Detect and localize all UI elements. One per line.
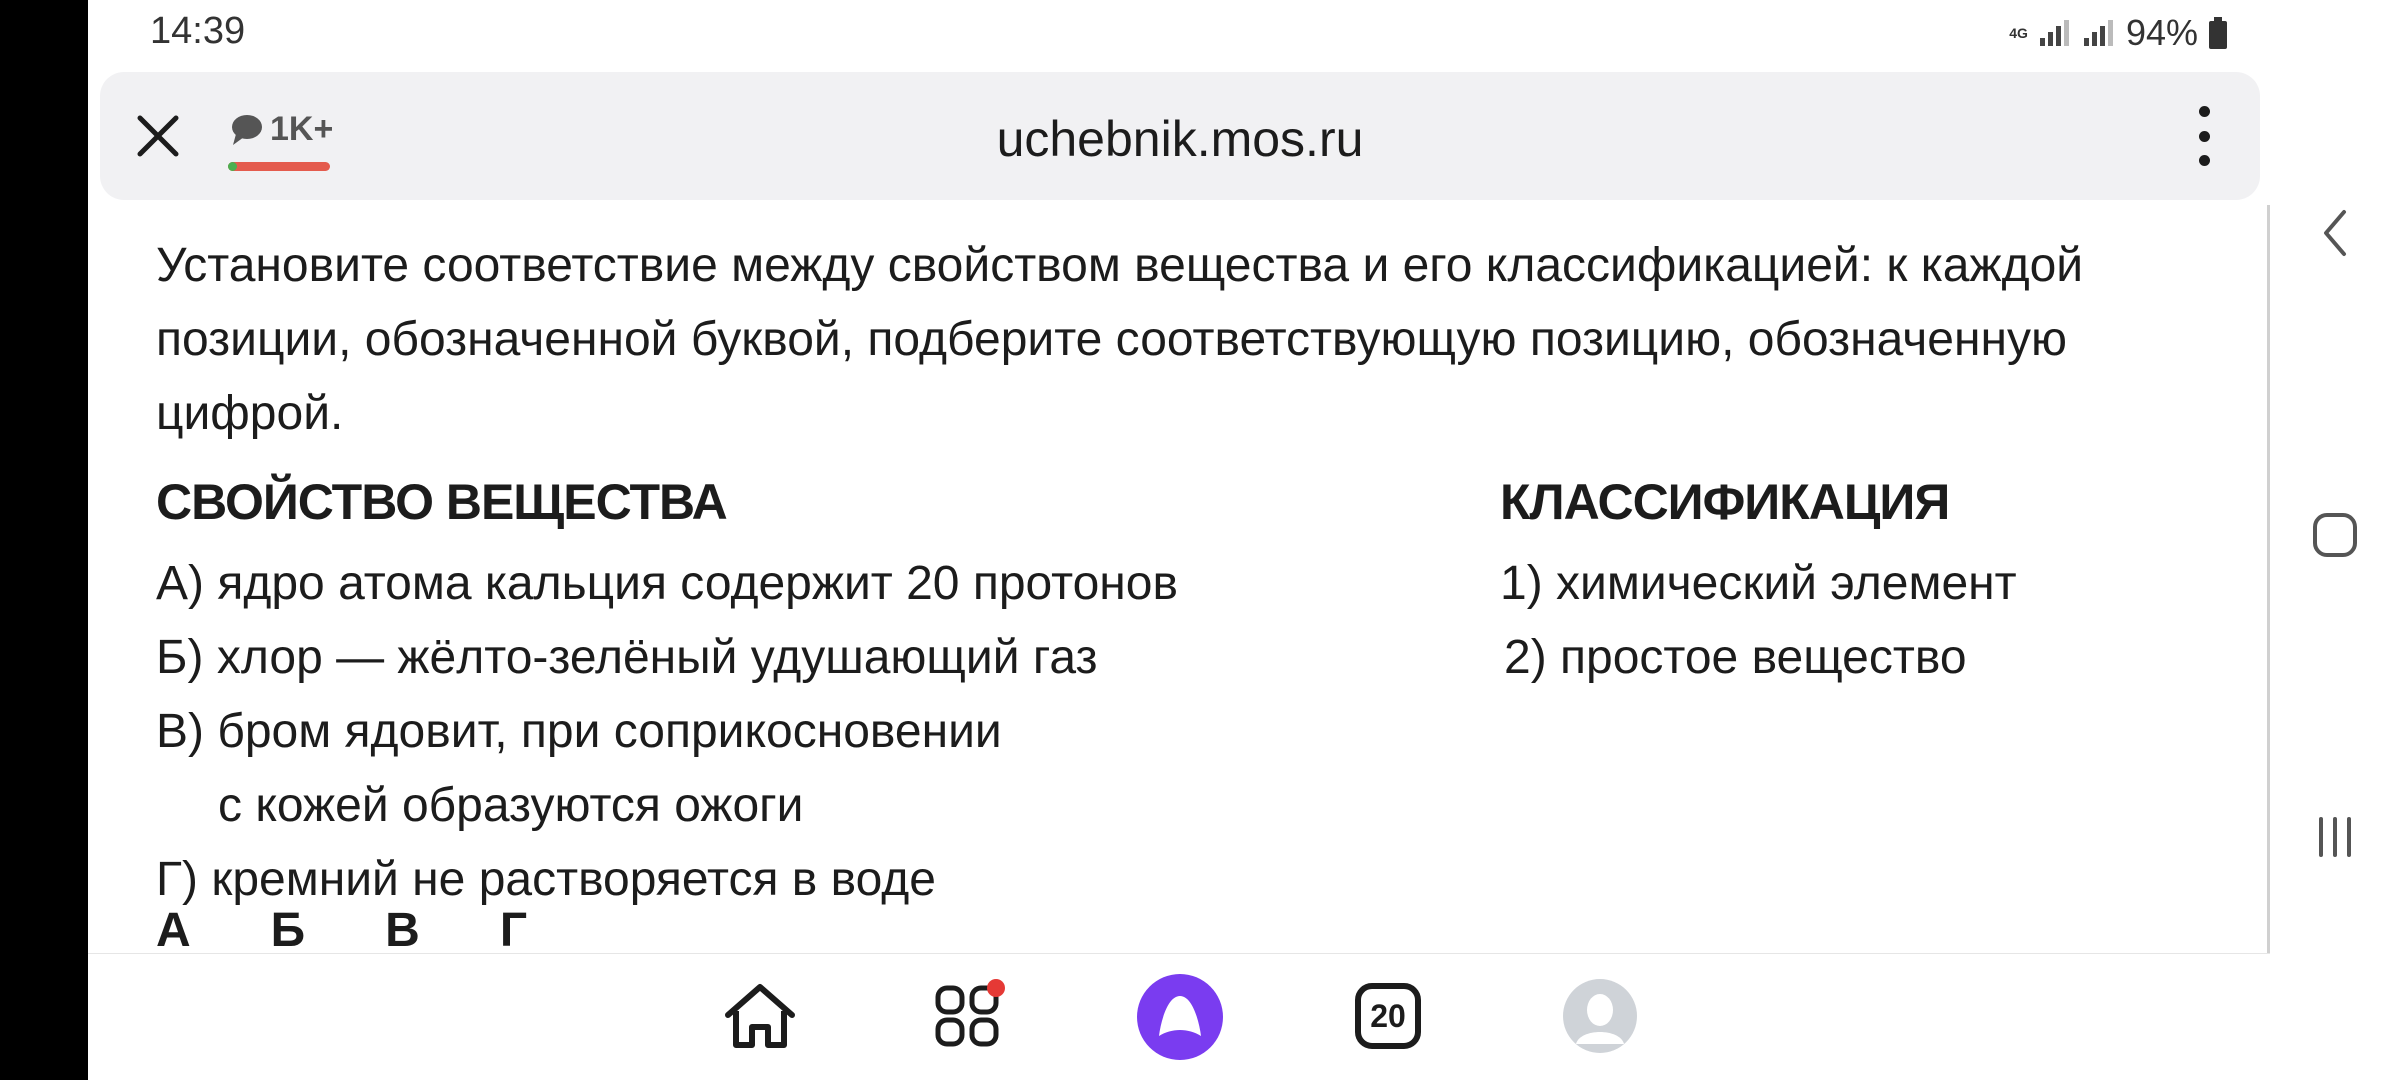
answer-letter-b: Б — [270, 904, 306, 953]
recents-icon — [2319, 817, 2351, 857]
services-button[interactable] — [928, 974, 1012, 1058]
more-vert-icon — [2198, 106, 2210, 117]
task-text: Установите соответствие между свойством … — [156, 239, 2084, 440]
home-nav-button[interactable] — [2300, 500, 2370, 570]
battery-icon — [2209, 17, 2227, 49]
classification-1: 1) химический элемент — [1500, 557, 2017, 610]
property-v-continued: с кожей образуются ожоги — [218, 779, 804, 832]
network-type: 4G — [2009, 25, 2028, 41]
home-button[interactable] — [718, 974, 802, 1058]
answer-row: А Б В Г — [156, 903, 527, 953]
more-options-button[interactable] — [2194, 106, 2214, 166]
page-content: Установите соответствие между свойством … — [88, 205, 2270, 953]
avatar-icon — [1563, 979, 1637, 1053]
services-icon — [935, 979, 1005, 1047]
home-icon — [725, 984, 795, 1048]
profile-button[interactable] — [1558, 974, 1642, 1058]
answer-letter-g: Г — [499, 904, 528, 953]
property-header: СВОЙСТВО ВЕЩЕСТВА — [156, 474, 728, 530]
signal-icon-2 — [2083, 20, 2113, 46]
recents-button[interactable] — [2300, 802, 2370, 872]
status-indicators: 4G 94% — [2009, 12, 2228, 54]
alice-icon — [1137, 974, 1223, 1060]
battery-percent: 94% — [2125, 12, 2198, 53]
home-nav-icon — [2313, 513, 2357, 557]
back-icon — [2324, 210, 2346, 256]
system-navigation — [2270, 0, 2400, 1080]
answer-letter-v: В — [385, 904, 420, 953]
back-button[interactable] — [2300, 198, 2370, 268]
status-time: 14:39 — [150, 10, 246, 52]
signal-icon — [2039, 20, 2069, 46]
left-black-strip — [0, 0, 88, 1080]
property-v: В) бром ядовит, при соприкосновении — [156, 705, 1002, 758]
browser-address-bar: 1K+ uchebnik.mos.ru — [100, 72, 2260, 200]
tabs-count: 20 — [1370, 997, 1406, 1034]
status-bar: 14:39 4G 94% — [88, 0, 2238, 66]
property-b: Б) хлор — жёлто-зелёный удушающий газ — [156, 631, 1098, 684]
classification-2: 2) простое вещество — [1504, 631, 1967, 684]
browser-bottom-bar: 20 — [88, 953, 2270, 1081]
classification-header: КЛАССИФИКАЦИЯ — [1500, 474, 1950, 530]
property-a: А) ядро атома кальция содержит 20 протон… — [156, 557, 1178, 610]
url-text[interactable]: uchebnik.mos.ru — [100, 110, 2260, 168]
tabs-button[interactable]: 20 — [1346, 974, 1430, 1058]
alice-assistant-button[interactable] — [1135, 972, 1225, 1062]
answer-letter-a: А — [156, 904, 191, 953]
